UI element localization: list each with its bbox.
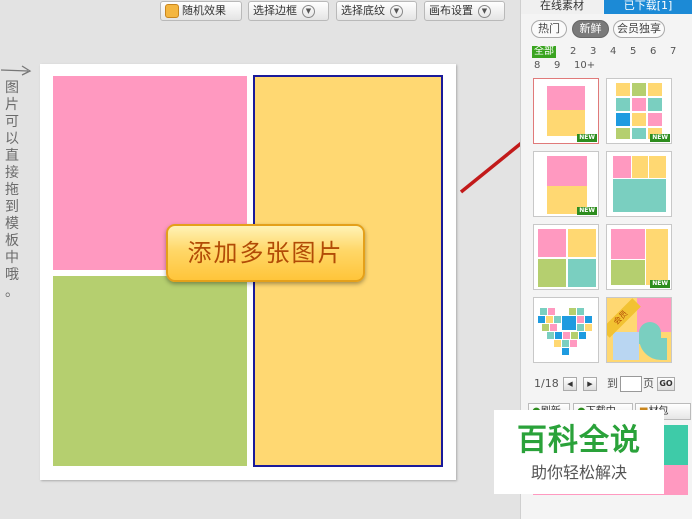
filter-9[interactable]: 9 (554, 60, 560, 72)
watermark: 百科全说 助你轻松解决 (494, 410, 664, 494)
filter-2[interactable]: 2 (570, 46, 576, 58)
heart-mosaic-icon (538, 308, 592, 355)
drag-hint-text: 图片可 以直接 拖到模 板中哦 。 (5, 80, 19, 300)
new-badge: NEW (650, 134, 670, 142)
template-thumb[interactable] (533, 224, 599, 290)
template-thumb[interactable]: 会员 (606, 297, 672, 363)
template-thumb[interactable]: NEW (606, 224, 672, 290)
filter-10plus[interactable]: 10+ (574, 60, 595, 72)
chevron-down-icon: ▼ (478, 4, 491, 18)
goto-label: 到 (607, 377, 618, 390)
random-effect-label: 随机效果 (182, 4, 226, 17)
canvas-settings-button[interactable]: 画布设置 ▼ (424, 1, 505, 21)
choose-border-button[interactable]: 选择边框 ▼ (248, 1, 329, 21)
chevron-down-icon: ▼ (302, 4, 315, 18)
tab-online-materials[interactable]: 在线素材 (521, 0, 603, 14)
hand-pointer-icon (165, 4, 179, 18)
choose-texture-label: 选择底纹 (341, 4, 385, 17)
template-thumb[interactable]: NEW (606, 78, 672, 144)
filter-5[interactable]: 5 (630, 46, 636, 58)
choose-border-label: 选择边框 (253, 4, 297, 17)
watermark-title: 百科全说 (517, 423, 641, 458)
chip-fresh[interactable]: 新鲜 (572, 20, 609, 38)
chevron-right-icon: ▶ (587, 380, 593, 388)
random-effect-button[interactable]: 随机效果 (160, 1, 242, 21)
template-thumb[interactable]: NEW (533, 151, 599, 217)
new-badge: NEW (577, 207, 597, 215)
filter-8[interactable]: 8 (534, 60, 540, 72)
prev-page-button[interactable]: ◀ (563, 377, 577, 391)
add-multiple-photos-button[interactable]: 添加多张图片 (166, 224, 365, 282)
filter-7[interactable]: 7 (670, 46, 676, 58)
filter-all[interactable]: 全部 (532, 46, 556, 58)
new-badge: NEW (650, 280, 670, 288)
page-number-input[interactable] (620, 376, 642, 392)
hint-arrow-icon (0, 65, 32, 76)
tab-downloaded[interactable]: 已下载[1] (604, 0, 692, 14)
photo-slot-bottom-left[interactable] (53, 276, 247, 466)
pager-status: 1/18 (534, 377, 559, 390)
new-badge: NEW (577, 134, 597, 142)
chevron-left-icon: ◀ (567, 380, 573, 388)
go-button[interactable]: GO (657, 377, 675, 391)
template-thumb[interactable]: NEW (533, 78, 599, 144)
chevron-down-icon: ▼ (390, 4, 403, 18)
template-thumb[interactable] (533, 297, 599, 363)
chip-vip[interactable]: 会员独享 (613, 20, 665, 38)
choose-texture-button[interactable]: 选择底纹 ▼ (336, 1, 417, 21)
chip-hot[interactable]: 热门 (531, 20, 567, 38)
watermark-subtitle: 助你轻松解决 (530, 463, 627, 482)
filter-3[interactable]: 3 (590, 46, 596, 58)
page-label: 页 (643, 377, 654, 390)
next-page-button[interactable]: ▶ (583, 377, 597, 391)
template-thumb[interactable] (606, 151, 672, 217)
canvas-settings-label: 画布设置 (429, 4, 473, 17)
filter-4[interactable]: 4 (610, 46, 616, 58)
filter-6[interactable]: 6 (650, 46, 656, 58)
